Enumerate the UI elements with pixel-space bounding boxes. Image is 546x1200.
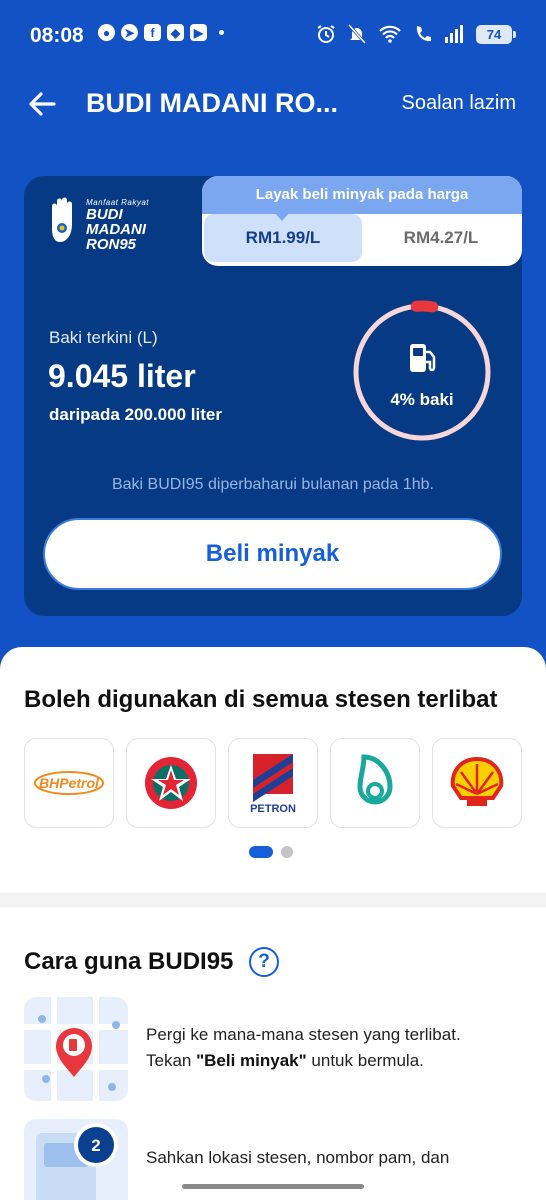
pager-dot-active[interactable] [249,846,273,858]
price-option-selected[interactable]: RM1.99/L [204,214,362,262]
step2-illustration: 2 [24,1119,128,1200]
fuel-pump-number-icon: 2 [36,1123,118,1200]
shell-logo-icon [450,756,504,806]
balance-total: daripada 200.000 liter [49,405,222,424]
telegram-icon: ➤ [121,24,138,41]
station-shell[interactable] [432,738,522,828]
logo-text: Manfaat Rakyat BUDI MADANI RON95 [86,198,150,253]
howto-title: Cara guna BUDI95 [24,948,234,975]
buy-fuel-button[interactable]: Beli minyak [43,518,502,590]
bhpetrol-text: BHPetrol [39,775,100,791]
station-petron[interactable]: PETRON [228,738,318,828]
chat-icon: ● [98,24,115,41]
alarm-icon [317,25,335,43]
balance-percent: 4% baki [390,390,454,409]
pager-dot[interactable] [281,846,293,858]
status-bar: 08:08 ● ➤ f ◆ ▶ 74 [0,0,546,72]
petron-logo-icon: PETRON [250,754,296,815]
station-caltex[interactable] [126,738,216,828]
hand-logo-icon [52,197,72,242]
fuel-pump-icon [410,344,436,372]
signal-icon [445,25,463,43]
youtube-icon: ▶ [190,24,207,41]
step1-text: Pergi ke mana-mana stesen yang terlibat.… [146,1025,461,1070]
station-petronas[interactable] [330,738,420,828]
reset-note: Baki BUDI95 diperbaharui bulanan pada 1h… [111,476,434,493]
price-caret-icon [274,212,290,221]
faq-link[interactable]: Soalan lazim [401,92,516,115]
home-indicator[interactable] [182,1184,364,1189]
battery-icon: 74 [476,24,516,44]
station-bhpetrol[interactable]: BHPetrol [24,738,114,828]
petronas-logo-icon [357,754,393,805]
section-divider [0,893,546,907]
price-option-other[interactable]: RM4.27/L [362,214,520,262]
budi-madani-logo: Manfaat Rakyat BUDI MADANI RON95 [24,176,190,276]
balance-value: 9.045 liter [48,358,196,394]
step1-illustration [24,997,128,1101]
more-notifications-icon [219,30,224,35]
step2-text: Sahkan lokasi stesen, nombor pam, dan [146,1148,450,1167]
call-icon [416,26,431,42]
facebook-icon: f [144,24,161,41]
back-arrow-icon[interactable] [24,86,60,122]
petron-text: PETRON [250,803,296,815]
step2-badge: 2 [91,1136,100,1155]
notification-icons: ● ➤ f ◆ ▶ [98,24,224,41]
app-icon: ◆ [167,24,184,41]
bottom-sheet [0,647,546,1200]
balance-label: Baki terkini (L) [49,328,158,347]
wifi-icon [379,25,401,43]
page-title: BUDI MADANI RO... [86,88,338,118]
bhpetrol-logo-icon: BHPetrol [34,771,104,795]
caltex-logo-icon [145,757,197,809]
help-icon[interactable]: ? [249,947,279,977]
price-heading: Layak beli minyak pada harga [202,176,522,214]
price-panel: Layak beli minyak pada harga RM1.99/L RM… [202,176,522,266]
map-pin-icon [24,997,128,1101]
station-pager [249,846,293,858]
system-icons: 74 [316,24,516,44]
stations-title: Boleh digunakan di semua stesen terlibat [24,686,498,713]
mute-icon [348,24,366,44]
status-time: 08:08 [30,24,84,47]
